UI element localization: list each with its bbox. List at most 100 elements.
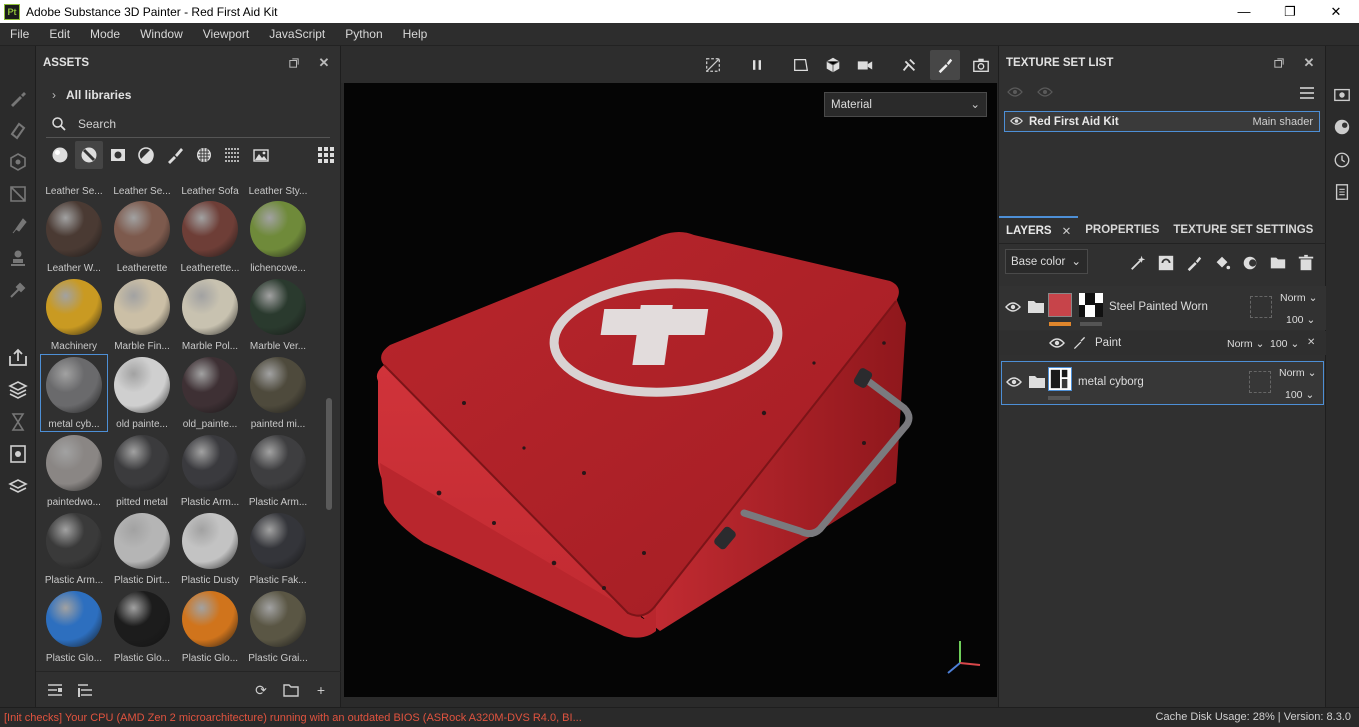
- asset-tile[interactable]: Machinery: [40, 276, 108, 354]
- color-picker-icon[interactable]: [8, 280, 28, 300]
- minimize-button[interactable]: —: [1221, 0, 1267, 23]
- undock-icon[interactable]: [1271, 55, 1287, 71]
- layer-eye-icon[interactable]: [1005, 301, 1021, 313]
- asset-tile[interactable]: painted mi...: [244, 354, 312, 432]
- search-input[interactable]: [78, 116, 318, 131]
- filter-materials-icon[interactable]: [46, 141, 75, 169]
- tab-properties[interactable]: PROPERTIES: [1078, 216, 1166, 244]
- asset-tile[interactable]: Plastic Arm...: [40, 510, 108, 588]
- menu-file[interactable]: File: [0, 23, 39, 46]
- asset-tile[interactable]: Plastic Glo...: [176, 588, 244, 666]
- asset-tile[interactable]: Plastic Dirt...: [108, 510, 176, 588]
- menu-list-icon[interactable]: [1299, 86, 1315, 103]
- filter-brushes-icon[interactable]: [161, 141, 190, 169]
- status-warning[interactable]: [Init checks] Your CPU (AMD Zen 2 microa…: [4, 712, 582, 724]
- effect-row[interactable]: Paint Norm ⌄ 100 ⌄ ✕: [999, 331, 1327, 355]
- delete-trash-icon[interactable]: [1296, 253, 1316, 273]
- eye-icon[interactable]: [1010, 115, 1023, 129]
- layer-name[interactable]: Steel Painted Worn: [1109, 301, 1208, 313]
- log-document-icon[interactable]: [1333, 183, 1353, 203]
- asset-tile[interactable]: Plastic Glo...: [108, 588, 176, 666]
- asset-tile[interactable]: metal cyb...: [40, 354, 108, 432]
- projection-icon[interactable]: [8, 152, 28, 172]
- filter-environments-icon[interactable]: [247, 141, 276, 169]
- blend-mode-dropdown[interactable]: Norm ⌄: [1279, 367, 1316, 379]
- asset-tile[interactable]: Marble Ver...: [244, 276, 312, 354]
- layer-name[interactable]: metal cyborg: [1078, 376, 1144, 388]
- camera-video-icon[interactable]: [855, 55, 875, 75]
- screenshot-camera-icon[interactable]: [971, 55, 991, 75]
- effect-eye-icon[interactable]: [1049, 337, 1065, 349]
- export-icon[interactable]: [8, 348, 28, 368]
- history-clock-icon[interactable]: [1333, 151, 1353, 171]
- menu-python[interactable]: Python: [335, 23, 392, 46]
- library-selector[interactable]: › All libraries: [36, 80, 340, 110]
- asset-tile[interactable]: lichencove...: [244, 198, 312, 276]
- close-panel-icon[interactable]: ✕: [1301, 55, 1317, 71]
- hourglass-icon[interactable]: [8, 412, 28, 432]
- layer-effect-slot[interactable]: [1249, 371, 1271, 393]
- layers-stack-icon[interactable]: [8, 476, 28, 496]
- opacity-field[interactable]: 100 ⌄: [1286, 314, 1315, 326]
- view-grid-icon[interactable]: [311, 141, 340, 169]
- layer-mask-thumbnail[interactable]: [1079, 293, 1103, 317]
- camera-settings-icon[interactable]: [1333, 86, 1353, 106]
- clone-stamp-icon[interactable]: [8, 248, 28, 268]
- menu-help[interactable]: Help: [393, 23, 438, 46]
- asset-tile[interactable]: Plastic Arm...: [176, 432, 244, 510]
- layer-row[interactable]: Steel Painted Worn Norm ⌄ 100 ⌄: [999, 286, 1327, 330]
- environment-globe-icon[interactable]: [1333, 118, 1353, 138]
- paint-brush-icon[interactable]: [8, 88, 28, 108]
- texture-set-item[interactable]: Red First Aid Kit Main shader: [1004, 111, 1320, 132]
- asset-tile[interactable]: Leather Sty...: [244, 182, 312, 198]
- smudge-icon[interactable]: [8, 216, 28, 236]
- menu-mode[interactable]: Mode: [80, 23, 130, 46]
- folder-icon[interactable]: [282, 682, 300, 698]
- texture-set-shader[interactable]: Main shader: [1252, 116, 1313, 128]
- asset-tile[interactable]: old_painte...: [176, 354, 244, 432]
- magic-wand-icon[interactable]: [1128, 253, 1148, 273]
- refresh-icon[interactable]: ⟳: [252, 682, 270, 698]
- asset-tile[interactable]: paintedwo...: [40, 432, 108, 510]
- hide-ui-icon[interactable]: [703, 55, 723, 75]
- filter-smart-materials-icon[interactable]: [74, 141, 104, 169]
- channel-dropdown[interactable]: Base color ⌄: [1005, 249, 1088, 274]
- asset-tile[interactable]: Plastic Dusty: [176, 510, 244, 588]
- layer-mask-thumbnail[interactable]: [1048, 367, 1072, 391]
- isolate-eye-icon[interactable]: [1007, 86, 1023, 101]
- paint-mode-icon[interactable]: [930, 50, 960, 80]
- filter-list-icon[interactable]: [46, 682, 64, 698]
- maximize-button[interactable]: ❐: [1267, 0, 1313, 23]
- add-folder-icon[interactable]: [1268, 253, 1288, 273]
- asset-tile[interactable]: Leather Se...: [108, 182, 176, 198]
- pause-icon[interactable]: [747, 55, 767, 75]
- tab-layers[interactable]: LAYERS ✕: [999, 215, 1079, 244]
- close-button[interactable]: ✕: [1313, 0, 1359, 23]
- asset-tile[interactable]: Marble Pol...: [176, 276, 244, 354]
- undock-icon[interactable]: [286, 55, 302, 71]
- effect-opacity-field[interactable]: 100 ⌄: [1270, 338, 1299, 350]
- asset-tile[interactable]: old painte...: [108, 354, 176, 432]
- sort-list-icon[interactable]: [76, 682, 94, 698]
- opacity-field[interactable]: 100 ⌄: [1285, 389, 1314, 401]
- folder-icon[interactable]: [1028, 375, 1046, 389]
- asset-tile[interactable]: pitted metal: [108, 432, 176, 510]
- asset-tile[interactable]: Leatherette...: [176, 198, 244, 276]
- cube-icon[interactable]: [823, 55, 843, 75]
- asset-tile[interactable]: Plastic Grai...: [244, 588, 312, 666]
- asset-tile[interactable]: Leather Sofa: [176, 182, 244, 198]
- visibility-eye-icon[interactable]: [1037, 86, 1053, 101]
- add-mask-icon[interactable]: [1240, 253, 1260, 273]
- bake-mesh-icon[interactable]: [8, 380, 28, 400]
- folder-icon[interactable]: [1027, 300, 1045, 314]
- remove-effect-icon[interactable]: ✕: [1307, 337, 1315, 348]
- view-mode-icon[interactable]: [791, 55, 811, 75]
- menu-window[interactable]: Window: [130, 23, 193, 46]
- symmetry-icon[interactable]: [899, 55, 919, 75]
- asset-tile[interactable]: Leatherette: [108, 198, 176, 276]
- asset-tile[interactable]: Marble Fin...: [108, 276, 176, 354]
- layer-row-selected[interactable]: metal cyborg Norm ⌄ 100 ⌄: [1001, 361, 1324, 405]
- asset-tile[interactable]: Plastic Glo...: [40, 588, 108, 666]
- asset-tile[interactable]: Leather Se...: [40, 182, 108, 198]
- add-icon[interactable]: +: [312, 682, 330, 698]
